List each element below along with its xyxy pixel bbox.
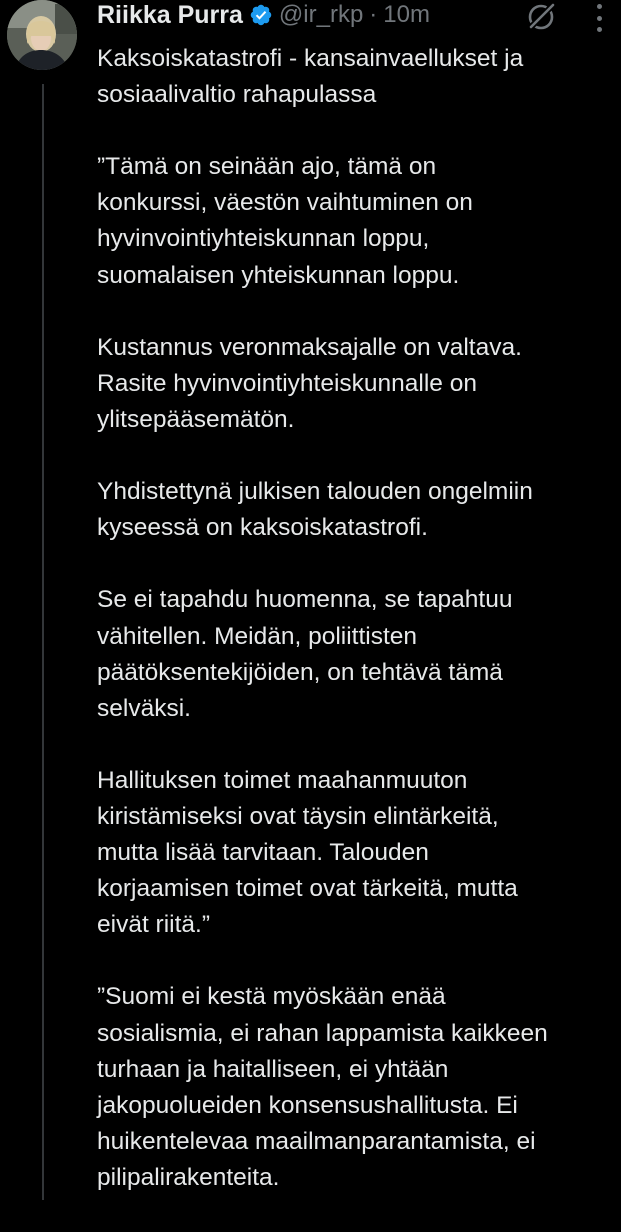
timestamp[interactable]: 10m (383, 1, 430, 29)
tweet-paragraph: Yhdistettynä julkisen talouden ongelmiin… (97, 478, 533, 542)
author-name[interactable]: Riikka Purra (97, 1, 243, 30)
more-dot (596, 4, 602, 9)
grok-icon[interactable] (526, 2, 556, 32)
more-dot (596, 27, 602, 32)
tweet-paragraph: Se ei tapahdu huomenna, se tapahtuu vähi… (97, 586, 513, 722)
tweet-paragraph: Hallituksen toimet maahanmuuton kiristäm… (97, 766, 518, 939)
thread-line (42, 84, 44, 1200)
more-options-icon[interactable] (592, 4, 606, 32)
tweet-body: Kaksoiskatastrofi - kansainvaellukset ja… (97, 41, 612, 1232)
separator-dot: · (369, 1, 378, 28)
author-handle[interactable]: @ir_rkp (279, 1, 363, 29)
tweet-paragraph: Kaksoiskatastrofi - kansainvaellukset ja… (97, 45, 524, 109)
tweet-paragraph: ”Tämä on seinään ajo, tämä on konkurssi,… (97, 153, 473, 289)
verified-badge-icon (250, 4, 272, 26)
avatar[interactable] (7, 0, 77, 70)
more-dot (596, 15, 602, 21)
tweet-paragraph: ”Suomi ei kestä myöskään enää sosialismi… (97, 983, 548, 1191)
tweet-paragraph: Kustannus veronmaksajalle on valtava. Ra… (97, 333, 522, 433)
